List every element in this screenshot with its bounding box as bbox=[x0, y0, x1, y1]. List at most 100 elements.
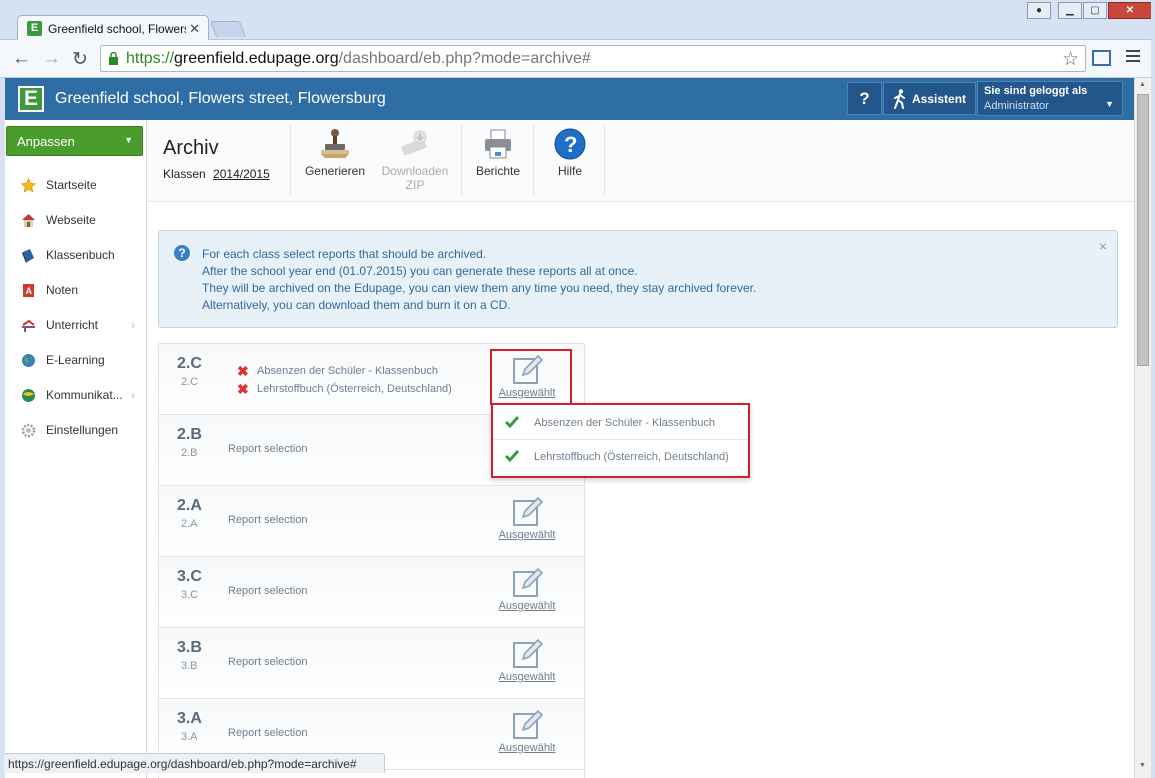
school-name[interactable]: Greenfield school, Flowers street, Flowe… bbox=[55, 90, 386, 108]
user-menu[interactable]: Sie sind geloggt als Administrator ▼ bbox=[977, 81, 1123, 116]
page-header: Archiv Klassen 2014/2015 Generieren Down… bbox=[148, 120, 1134, 202]
sidebar-item-label: Einstellungen bbox=[46, 423, 119, 437]
edit-pencil-icon bbox=[513, 496, 543, 526]
sidebar-item-label: Unterricht bbox=[46, 318, 99, 332]
class-code: 3.B bbox=[177, 639, 202, 656]
remove-x-icon[interactable]: ✖ bbox=[237, 382, 249, 396]
popup-report-option[interactable]: Lehrstoffbuch (Österreich, Deutschland) bbox=[493, 441, 748, 474]
class-subcode: 2.C bbox=[181, 376, 199, 388]
popup-report-option[interactable]: Absenzen der Schüler - Klassenbuch bbox=[493, 407, 748, 440]
school-year-selector[interactable]: 2014/2015 bbox=[213, 167, 270, 181]
login-user: Administrator bbox=[984, 100, 1049, 112]
select-reports-label: Ausgewählt bbox=[498, 529, 556, 541]
select-reports-label: Ausgewählt bbox=[498, 742, 556, 754]
browser-tab[interactable]: E Greenfield school, Flowers street, Flo… bbox=[17, 15, 209, 41]
generate-button[interactable]: Generieren bbox=[302, 128, 368, 178]
select-reports-label: Ausgewählt bbox=[498, 671, 556, 683]
address-bar[interactable]: https://greenfield.edupage.org/dashboard… bbox=[100, 45, 1086, 72]
bookmark-star-icon[interactable]: ☆ bbox=[1062, 48, 1079, 71]
gear-icon bbox=[21, 423, 36, 438]
tool-label: Berichte bbox=[475, 164, 521, 178]
svg-text:?: ? bbox=[564, 132, 577, 157]
sidebar-item-e-learning[interactable]: E-Learning bbox=[5, 345, 145, 375]
new-tab-button[interactable] bbox=[210, 21, 246, 37]
report-label: Lehrstoffbuch (Österreich, Deutschland) bbox=[257, 383, 452, 395]
info-message: ? For each class select reports that sho… bbox=[158, 230, 1118, 328]
select-reports-button[interactable]: Ausgewählt bbox=[495, 638, 559, 686]
edupage-logo-icon[interactable]: E bbox=[18, 86, 44, 112]
page-scrollbar[interactable]: ▲ ▼ bbox=[1134, 78, 1151, 778]
star-icon bbox=[21, 178, 36, 193]
report-selection-text: Report selection bbox=[228, 443, 308, 455]
communication-icon bbox=[22, 389, 35, 402]
sidebar: Anpassen ▼ Startseite Webseite Klassenbu… bbox=[5, 120, 147, 778]
scroll-thumb[interactable] bbox=[1137, 94, 1149, 366]
edupage-favicon-icon: E bbox=[27, 21, 42, 36]
url-scheme: https:// bbox=[126, 50, 175, 67]
assistant-button[interactable]: Assistent bbox=[883, 82, 976, 115]
sidebar-item-klassenbuch[interactable]: Klassenbuch bbox=[5, 240, 145, 270]
download-zip-button[interactable]: Downloaden ZIP bbox=[376, 128, 454, 192]
tool-label: Downloaden ZIP bbox=[381, 164, 449, 192]
teaching-icon bbox=[22, 319, 35, 332]
sidebar-item-startseite[interactable]: Startseite bbox=[5, 170, 145, 200]
forward-icon[interactable]: → bbox=[42, 48, 61, 70]
info-line: For each class select reports that shoul… bbox=[202, 247, 487, 261]
select-reports-button[interactable]: Ausgewählt bbox=[495, 496, 559, 544]
scroll-down-arrow-icon[interactable]: ▼ bbox=[1139, 762, 1146, 769]
remove-x-icon[interactable]: ✖ bbox=[237, 364, 249, 378]
lock-icon bbox=[109, 52, 118, 65]
popup-option-label: Absenzen der Schüler - Klassenbuch bbox=[534, 417, 715, 429]
maximize-button[interactable]: ▢ bbox=[1083, 2, 1107, 19]
info-line: Alternatively, you can download them and… bbox=[202, 298, 511, 312]
main-content: Archiv Klassen 2014/2015 Generieren Down… bbox=[148, 120, 1134, 778]
edit-pencil-icon bbox=[513, 567, 543, 597]
tab-close-icon[interactable]: ✕ bbox=[189, 21, 200, 37]
tab-title: Greenfield school, Flowers street, Flowe… bbox=[48, 22, 186, 36]
sidebar-item-einstellungen[interactable]: Einstellungen bbox=[5, 415, 145, 445]
toolbar-divider bbox=[290, 124, 291, 196]
report-selection-text: Report selection bbox=[228, 656, 308, 668]
page-title: Archiv bbox=[163, 137, 219, 159]
user-profile-icon[interactable]: ● bbox=[1027, 2, 1051, 19]
window-close-button[interactable]: ✕ bbox=[1108, 2, 1152, 19]
sidebar-item-noten[interactable]: A Noten bbox=[5, 275, 145, 305]
browser-titlebar: E Greenfield school, Flowers street, Flo… bbox=[0, 0, 1155, 41]
customize-button[interactable]: Anpassen ▼ bbox=[6, 126, 143, 156]
printer-icon bbox=[485, 129, 511, 159]
report-selection-text: Report selection bbox=[228, 727, 308, 739]
url-path: /dashboard/eb.php?mode=archive# bbox=[338, 50, 591, 67]
sidebar-item-unterricht[interactable]: Unterricht › bbox=[5, 310, 145, 340]
sidebar-item-label: Noten bbox=[46, 283, 79, 297]
checkmark-icon bbox=[505, 416, 519, 428]
help-page-button[interactable]: ? Hilfe bbox=[542, 128, 598, 178]
info-line: After the school year end (01.07.2015) y… bbox=[202, 264, 638, 278]
help-icon: ? bbox=[554, 128, 586, 160]
question-mark-icon: ? bbox=[174, 245, 190, 261]
sidebar-item-kommunikation[interactable]: Kommunikat... › bbox=[5, 380, 145, 410]
class-row: 2.A 2.A Report selection Ausgewählt bbox=[159, 486, 584, 557]
url-text: https://greenfield.edupage.org/dashboard… bbox=[126, 50, 591, 68]
reload-icon[interactable]: ↻ bbox=[72, 48, 88, 71]
walking-person-icon bbox=[894, 89, 905, 109]
class-code: 3.C bbox=[177, 568, 202, 585]
sidebar-item-label: Klassenbuch bbox=[46, 248, 115, 262]
class-subcode: 2.A bbox=[181, 518, 198, 530]
chevron-right-icon: › bbox=[131, 318, 135, 332]
scroll-up-arrow-icon[interactable]: ▲ bbox=[1139, 81, 1146, 88]
minimize-button[interactable]: ▁ bbox=[1058, 2, 1082, 19]
house-icon bbox=[22, 214, 35, 227]
help-button[interactable]: ? bbox=[847, 82, 882, 115]
select-reports-button[interactable]: Ausgewählt bbox=[495, 567, 559, 615]
reports-button[interactable]: Berichte bbox=[470, 128, 526, 178]
tool-label: Hilfe bbox=[557, 164, 582, 178]
cast-icon[interactable] bbox=[1092, 50, 1111, 66]
back-icon[interactable]: ← bbox=[12, 48, 31, 70]
close-icon[interactable]: × bbox=[1099, 238, 1107, 254]
browser-toolbar: ← → ↻ https://greenfield.edupage.org/das… bbox=[0, 40, 1155, 78]
status-bar-url: https://greenfield.edupage.org/dashboard… bbox=[4, 753, 385, 773]
sidebar-item-webseite[interactable]: Webseite bbox=[5, 205, 145, 235]
select-reports-button[interactable]: Ausgewählt bbox=[495, 709, 559, 757]
download-zip-icon bbox=[401, 130, 427, 156]
browser-menu-icon[interactable] bbox=[1126, 50, 1140, 65]
